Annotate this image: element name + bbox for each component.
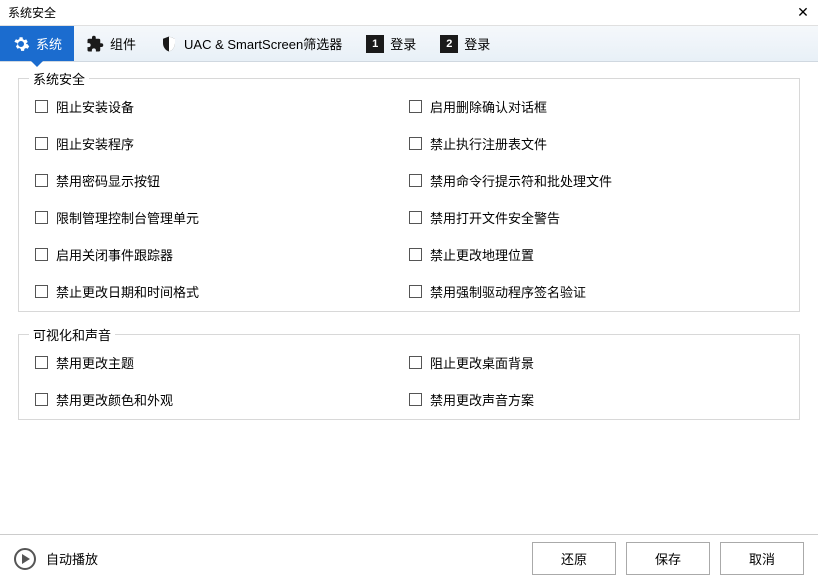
tab-bar: 系统 组件 UAC & SmartScreen筛选器 1 登录 2 登录 [0,26,818,62]
option-label: 禁用强制驱动程序签名验证 [430,282,586,301]
option-block-wallpaper-change[interactable]: 阻止更改桌面背景 [409,353,783,372]
checkbox-icon [409,100,422,113]
gear-icon [12,35,30,53]
shield-icon [160,35,178,53]
checkbox-icon [409,211,422,224]
option-disable-theme-change[interactable]: 禁用更改主题 [35,353,409,372]
option-label: 阻止安装设备 [56,97,134,116]
option-enable-delete-confirm[interactable]: 启用删除确认对话框 [409,97,783,116]
option-block-install-program[interactable]: 阻止安装程序 [35,134,409,153]
cancel-button[interactable]: 取消 [720,542,804,575]
option-label: 启用关闭事件跟踪器 [56,245,173,264]
number-2-icon: 2 [440,35,458,53]
option-disable-cmd-batch[interactable]: 禁用命令行提示符和批处理文件 [409,171,783,190]
option-label: 禁用更改颜色和外观 [56,390,173,409]
checkbox-icon [35,211,48,224]
checkbox-icon [35,285,48,298]
checkbox-icon [35,393,48,406]
restore-button[interactable]: 还原 [532,542,616,575]
option-label: 禁用更改主题 [56,353,134,372]
tab-components[interactable]: 组件 [74,26,148,61]
option-disable-open-file-warning[interactable]: 禁用打开文件安全警告 [409,208,783,227]
checkbox-icon [35,356,48,369]
close-icon[interactable]: ✕ [794,4,812,22]
tab-uac-smartscreen[interactable]: UAC & SmartScreen筛选器 [148,26,354,61]
group-label: 系统安全 [29,69,89,88]
checkbox-icon [409,174,422,187]
checkbox-icon [409,356,422,369]
option-block-install-device[interactable]: 阻止安装设备 [35,97,409,116]
option-label: 禁止执行注册表文件 [430,134,547,153]
checkbox-icon [409,137,422,150]
option-label: 启用删除确认对话框 [430,97,547,116]
save-button[interactable]: 保存 [626,542,710,575]
tab-label: 登录 [390,34,416,53]
option-label: 限制管理控制台管理单元 [56,208,199,227]
group-system-security: 系统安全 阻止安装设备 阻止安装程序 禁用密码显示按钮 限制管理控制台管理单元 … [18,78,800,312]
tab-label: 组件 [110,34,136,53]
option-disable-sound-scheme[interactable]: 禁用更改声音方案 [409,390,783,409]
checkbox-icon [409,248,422,261]
window-title: 系统安全 [8,4,56,21]
tab-label: 登录 [464,34,490,53]
play-icon [14,548,36,570]
tab-system[interactable]: 系统 [0,26,74,61]
checkbox-icon [35,100,48,113]
tab-login-2[interactable]: 2 登录 [428,26,502,61]
autoplay-label: 自动播放 [46,549,98,568]
autoplay-link[interactable]: 自动播放 [14,548,98,570]
group-label: 可视化和声音 [29,325,115,344]
option-label: 禁用更改声音方案 [430,390,534,409]
option-restrict-mmc[interactable]: 限制管理控制台管理单元 [35,208,409,227]
checkbox-icon [35,174,48,187]
option-label: 禁用打开文件安全警告 [430,208,560,227]
group-visual-sound: 可视化和声音 禁用更改主题 禁用更改颜色和外观 阻止更改桌面背景 禁用更改声音方… [18,334,800,420]
option-label: 阻止安装程序 [56,134,134,153]
tab-login-1[interactable]: 1 登录 [354,26,428,61]
option-label: 禁止更改地理位置 [430,245,534,264]
option-disable-reg-files[interactable]: 禁止执行注册表文件 [409,134,783,153]
tab-label: 系统 [36,34,62,53]
checkbox-icon [35,137,48,150]
option-label: 禁用密码显示按钮 [56,171,160,190]
number-1-icon: 1 [366,35,384,53]
option-disable-location-change[interactable]: 禁止更改地理位置 [409,245,783,264]
option-label: 禁止更改日期和时间格式 [56,282,199,301]
tab-label: UAC & SmartScreen筛选器 [184,34,342,53]
option-label: 禁用命令行提示符和批处理文件 [430,171,612,190]
option-disable-datetime-change[interactable]: 禁止更改日期和时间格式 [35,282,409,301]
option-disable-driver-signing[interactable]: 禁用强制驱动程序签名验证 [409,282,783,301]
footer: 自动播放 还原 保存 取消 [0,534,818,582]
option-label: 阻止更改桌面背景 [430,353,534,372]
option-disable-color-change[interactable]: 禁用更改颜色和外观 [35,390,409,409]
option-disable-password-reveal[interactable]: 禁用密码显示按钮 [35,171,409,190]
checkbox-icon [409,285,422,298]
content-area: 系统安全 阻止安装设备 阻止安装程序 禁用密码显示按钮 限制管理控制台管理单元 … [0,62,818,534]
puzzle-icon [86,35,104,53]
checkbox-icon [35,248,48,261]
option-enable-shutdown-tracker[interactable]: 启用关闭事件跟踪器 [35,245,409,264]
checkbox-icon [409,393,422,406]
title-bar: 系统安全 ✕ [0,0,818,26]
